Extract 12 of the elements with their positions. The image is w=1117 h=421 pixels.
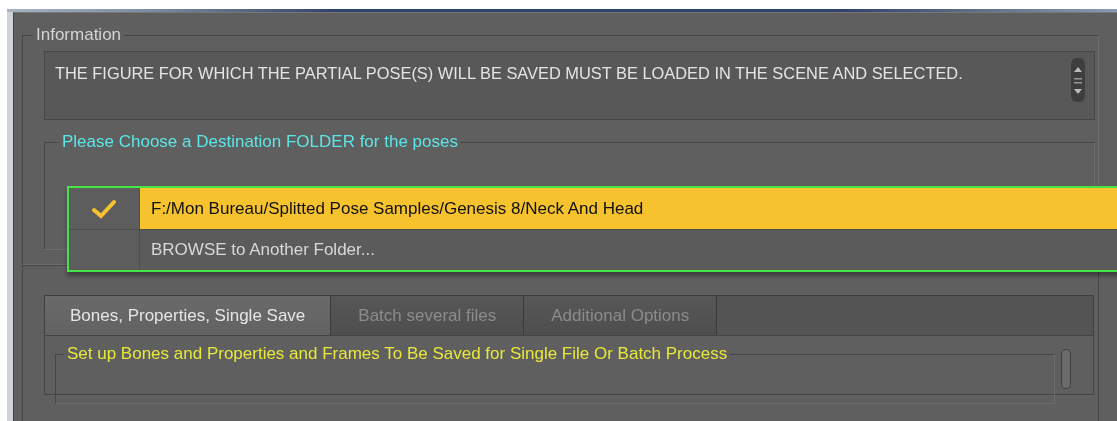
- group-title: Please Choose a Destination FOLDER for the poses: [61, 132, 459, 152]
- scrollbar-thumb[interactable]: [1061, 349, 1071, 389]
- checkmark-icon: [92, 198, 116, 219]
- group-title: Set up Bones and Properties and Frames To Be Saved for Single File Or Batch Process: [66, 344, 729, 364]
- scroll-arrows-icon[interactable]: [1070, 58, 1086, 102]
- tab[interactable]: Additional Options: [524, 296, 718, 335]
- folder-option[interactable]: BROWSE to Another Folder...: [69, 229, 1117, 270]
- message-text: THE FIGURE FOR WHICH THE PARTIAL POSE(S) WILL BE SAVED MUST BE LOADED IN THE SCENE AND SELECTED.: [55, 63, 964, 84]
- tab[interactable]: Bones, Properties, Single Save: [45, 296, 332, 335]
- group-title: Information: [35, 25, 123, 45]
- tab[interactable]: Batch several files: [331, 296, 525, 335]
- folder-option[interactable]: F:/Mon Bureau/Splitted Pose Samples/Genesis 8/Neck And Head: [69, 188, 1117, 229]
